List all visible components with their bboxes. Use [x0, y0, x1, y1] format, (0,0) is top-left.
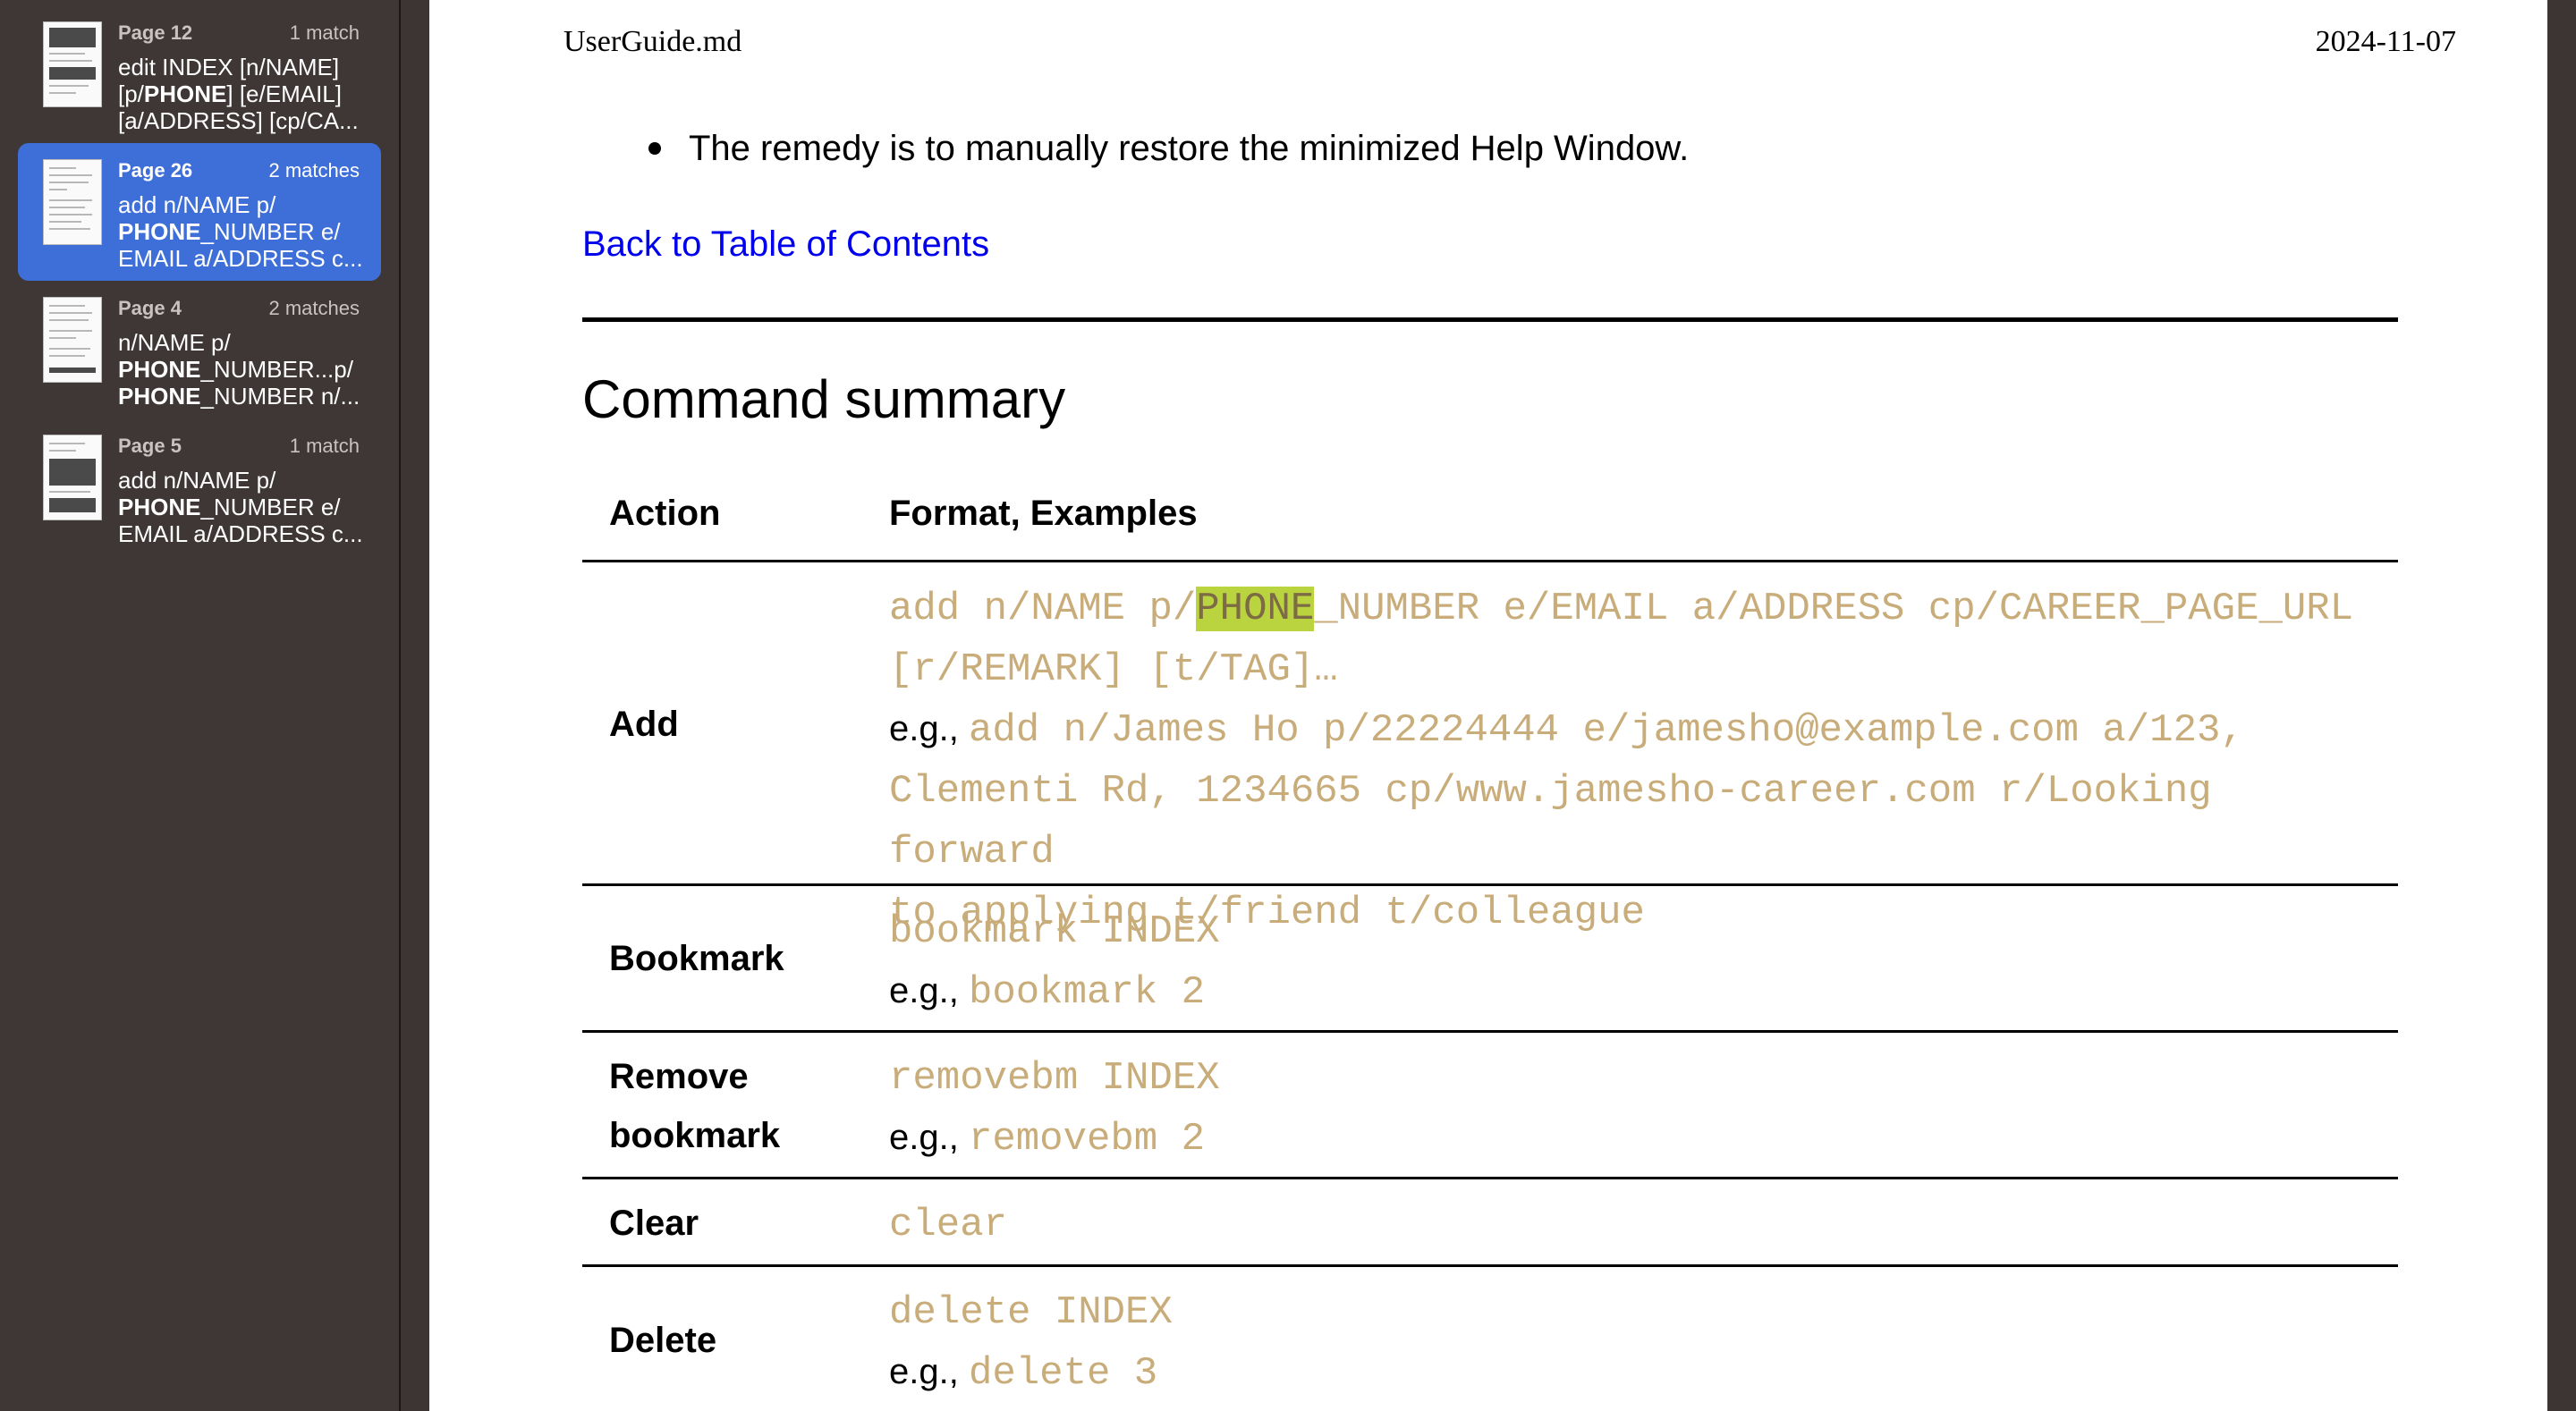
format-cell: add n/NAME p/PHONE_NUMBER e/EMAIL a/ADDR… [889, 578, 2392, 942]
search-result-page-12[interactable]: Page 12 1 match edit INDEX [n/NAME] [p/P… [18, 5, 381, 143]
search-results-sidebar: Page 12 1 match edit INDEX [n/NAME] [p/P… [0, 0, 399, 1411]
horizontal-rule [582, 317, 2398, 322]
format-code: bookmark INDEX [889, 909, 1220, 954]
page-gutter [2547, 0, 2576, 1411]
search-result-page-26[interactable]: Page 26 2 matches add n/NAME p/ PHONE_NU… [18, 143, 381, 281]
search-highlight: PHONE [1196, 587, 1315, 631]
search-result-page-5[interactable]: Page 5 1 match add n/NAME p/ PHONE_NUMBE… [18, 418, 381, 556]
example-code: add n/James Ho p/22224444 e/jamesho@exam… [968, 708, 2244, 753]
format-cell: bookmark INDEX e.g., bookmark 2 [889, 900, 2392, 1022]
example-code: bookmark 2 [968, 970, 1206, 1015]
table-header-format: Format, Examples [889, 494, 1198, 533]
page-thumbnail [43, 159, 102, 245]
eg-label: e.g., [889, 971, 959, 1010]
format-code: add n/NAME p/ [889, 587, 1197, 631]
example-code: delete 3 [968, 1351, 1158, 1396]
format-cell: clear [889, 1194, 2392, 1255]
section-heading: Command summary [582, 369, 1066, 429]
format-cell: delete INDEX e.g., delete 3 [889, 1281, 2392, 1403]
result-match-count: 1 match [289, 21, 360, 44]
format-code: _NUMBER e/EMAIL a/ADDRESS cp/CAREER_PAGE… [1314, 587, 2354, 631]
action-cell: Add [609, 705, 679, 744]
result-snippet: add n/NAME p/ PHONE_NUMBER e/ EMAIL a/AD… [118, 191, 363, 272]
result-page-label: Page 5 [118, 435, 182, 457]
action-cell: Remove bookmark [609, 1047, 780, 1165]
format-code: removebm INDEX [889, 1056, 1220, 1101]
result-page-label: Page 12 [118, 21, 193, 44]
result-snippet: n/NAME p/ PHONE_NUMBER...p/ PHONE_NUMBER… [118, 329, 360, 410]
result-page-label: Page 26 [118, 159, 193, 182]
bullet-marker [648, 142, 661, 155]
back-to-toc-link[interactable]: Back to Table of Contents [582, 224, 989, 265]
row-divider [582, 1030, 2398, 1033]
result-snippet: edit INDEX [n/NAME] [p/PHONE] [e/EMAIL] … [118, 54, 359, 134]
row-divider [582, 883, 2398, 886]
format-code: [r/REMARK] [t/TAG]… [889, 647, 1338, 692]
bullet-text: The remedy is to manually restore the mi… [689, 129, 1690, 168]
eg-label: e.g., [889, 709, 959, 748]
page-thumbnail [43, 21, 102, 107]
action-cell: Bookmark [609, 939, 784, 978]
sidebar-divider[interactable] [399, 0, 401, 1411]
row-divider [582, 1264, 2398, 1267]
result-match-count: 1 match [289, 435, 360, 457]
page-header-date: 2024-11-07 [2315, 25, 2456, 58]
example-code: Clementi Rd, 1234665 cp/www.jamesho-care… [889, 769, 2212, 874]
format-code: delete INDEX [889, 1290, 1173, 1335]
action-cell: Delete [609, 1321, 717, 1360]
document-page: UserGuide.md 2024-11-07 The remedy is to… [429, 0, 2547, 1411]
result-snippet: add n/NAME p/ PHONE_NUMBER e/ EMAIL a/AD… [118, 467, 363, 547]
format-cell: removebm INDEX e.g., removebm 2 [889, 1047, 2392, 1169]
action-line: bookmark [609, 1116, 781, 1155]
table-header-rule [582, 560, 2398, 562]
format-code: clear [889, 1203, 1008, 1247]
row-divider [582, 1177, 2398, 1179]
result-match-count: 2 matches [268, 159, 360, 182]
table-header-action: Action [609, 494, 721, 533]
search-result-page-4[interactable]: Page 4 2 matches n/NAME p/ PHONE_NUMBER.… [18, 281, 381, 418]
page-thumbnail [43, 435, 102, 520]
result-match-count: 2 matches [268, 297, 360, 319]
action-line: Remove [609, 1057, 749, 1096]
page-thumbnail [43, 297, 102, 383]
action-cell: Clear [609, 1204, 699, 1243]
eg-label: e.g., [889, 1352, 959, 1391]
eg-label: e.g., [889, 1118, 959, 1157]
example-code: removebm 2 [968, 1117, 1206, 1162]
result-page-label: Page 4 [118, 297, 182, 319]
page-header-filename: UserGuide.md [564, 25, 742, 58]
